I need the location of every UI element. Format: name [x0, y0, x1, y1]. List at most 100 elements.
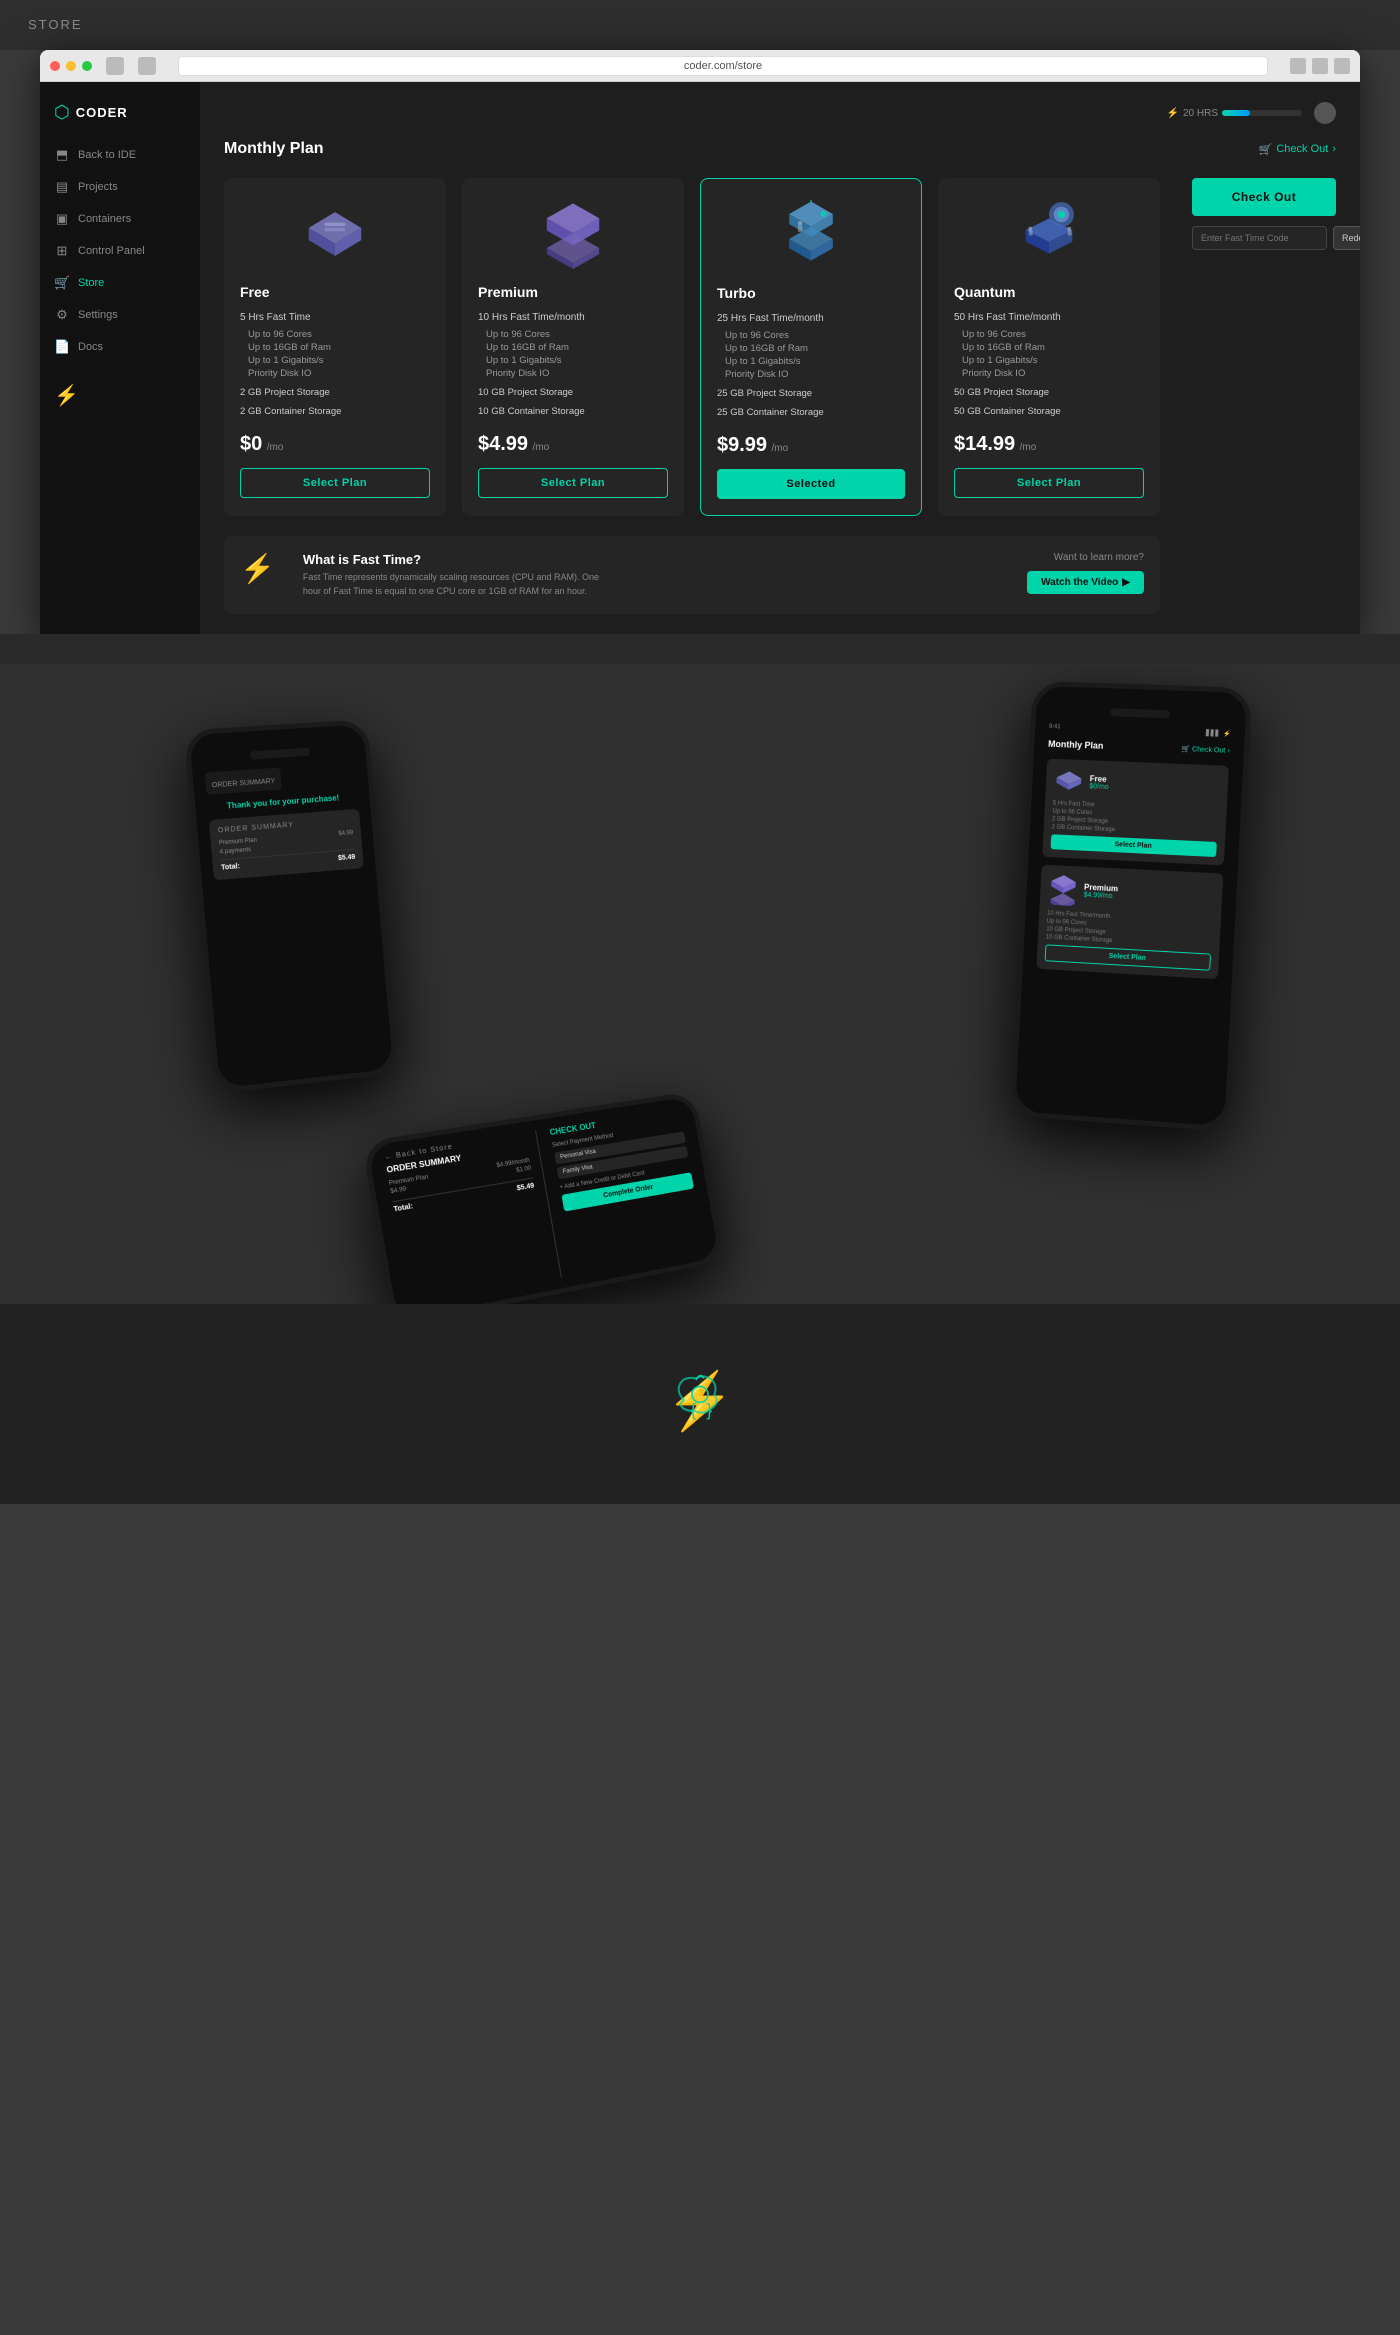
top-bar: ⚡ 20 HRS — [224, 102, 1336, 124]
coder-logo-icon: ⬡ — [54, 102, 70, 123]
plan-price-quantum: $14.99 /mo — [954, 433, 1144, 456]
plan-price-premium: $4.99 /mo — [478, 433, 668, 456]
select-plan-free-button[interactable]: Select Plan — [240, 468, 430, 498]
store-icon: 🛒 — [54, 275, 70, 291]
select-plan-premium-button[interactable]: Select Plan — [478, 468, 668, 498]
plan-feature-quantum-1: Up to 16GB of Ram — [954, 342, 1144, 353]
chevron-right-icon: › — [1332, 143, 1336, 155]
browser-close-dot[interactable] — [50, 61, 60, 71]
sidebar-item-store[interactable]: 🛒 Store — [40, 267, 200, 299]
fast-time-title: What is Fast Time? — [303, 552, 1011, 567]
phone2-free-icon — [1053, 767, 1084, 796]
browser-url-bar[interactable]: coder.com/store — [178, 56, 1268, 76]
phone1-thank-you: Thank you for your purchase! — [207, 792, 358, 812]
phone3-total-label: Total: — [393, 1203, 414, 1213]
plan-card-free: Free 5 Hrs Fast Time Up to 96 Cores Up t… — [224, 178, 446, 516]
watch-video-button[interactable]: Watch the Video ▶ — [1027, 571, 1144, 594]
select-plan-quantum-button[interactable]: Select Plan — [954, 468, 1144, 498]
store-header: STORE — [0, 0, 1400, 50]
docs-icon: 📄 — [54, 339, 70, 355]
plan-feature-free-1: Up to 16GB of Ram — [240, 342, 430, 353]
plan-feature-turbo-1: Up to 16GB of Ram — [717, 343, 905, 354]
plan-image-quantum — [954, 194, 1144, 274]
browser-maximize-dot[interactable] — [82, 61, 92, 71]
control-panel-icon: ⊞ — [54, 243, 70, 259]
right-panel: Check Out Redeem — [1176, 178, 1336, 614]
sidebar-item-label: Projects — [78, 181, 118, 193]
sidebar-item-label: Settings — [78, 309, 118, 321]
browser-share-btn[interactable] — [1290, 58, 1306, 74]
phone2-premium-icon — [1048, 873, 1079, 906]
sidebar-logo-text: CODER — [76, 105, 128, 120]
phone1-plan-amount: $4.99 — [338, 830, 353, 837]
sidebar: ⬡ CODER ⬒ Back to IDE ▤ Projects ▣ Conta… — [40, 82, 200, 634]
browser-back-btn[interactable] — [106, 57, 124, 75]
browser-chrome: coder.com/store ⬡ CODER ⬒ Back to IDE ▤ … — [40, 50, 1360, 634]
bottom-logo-section: ⚡ { } — [0, 1304, 1400, 1504]
phone1-total-amount: $5.49 — [338, 854, 356, 862]
back-to-ide-icon: ⬒ — [54, 147, 70, 163]
plan-price-free: $0 /mo — [240, 433, 430, 456]
sidebar-item-label: Control Panel — [78, 245, 145, 257]
checkout-button[interactable]: Check Out — [1192, 178, 1336, 216]
plan-feature-free-2: Up to 1 Gigabits/s — [240, 355, 430, 366]
sidebar-item-docs[interactable]: 📄 Docs — [40, 331, 200, 363]
sidebar-item-label: Docs — [78, 341, 103, 353]
phone2-premium-price: $4.99/mo — [1083, 892, 1117, 901]
main-content: ⚡ 20 HRS Monthly Plan 🛒 Check Out › — [200, 82, 1360, 634]
browser-bar: coder.com/store — [40, 50, 1360, 82]
phone2-free-btn[interactable]: Select Plan — [1050, 834, 1216, 857]
svg-text:⚡: ⚡ — [665, 1369, 735, 1434]
select-plan-turbo-button[interactable]: Selected — [717, 469, 905, 499]
phone2-title: Monthly Plan — [1048, 739, 1104, 751]
plan-feature-quantum-0: Up to 96 Cores — [954, 329, 1144, 340]
plan-image-turbo — [717, 195, 905, 275]
plan-project-storage-turbo: 25 GB Project Storage — [717, 388, 905, 399]
learn-more-text: Want to learn more? — [1054, 552, 1144, 563]
plan-container-storage-free: 2 GB Container Storage — [240, 406, 430, 417]
redeem-input[interactable] — [1192, 226, 1327, 250]
phone2-premium-btn[interactable]: Select Plan — [1045, 944, 1211, 970]
settings-icon: ⚙ — [54, 307, 70, 323]
projects-icon: ▤ — [54, 179, 70, 195]
sidebar-item-containers[interactable]: ▣ Containers — [40, 203, 200, 235]
redeem-button[interactable]: Redeem — [1333, 226, 1360, 250]
browser-more-btn[interactable] — [1334, 58, 1350, 74]
sidebar-item-label: Back to IDE — [78, 149, 136, 161]
sidebar-item-back-to-ide[interactable]: ⬒ Back to IDE — [40, 139, 200, 171]
cart-icon: 🛒 — [1259, 143, 1273, 156]
plan-feature-turbo-0: Up to 96 Cores — [717, 330, 905, 341]
sidebar-bottom-icon: ⚡ — [54, 385, 79, 407]
svg-text:}: } — [706, 1400, 712, 1420]
plan-card-quantum: Quantum 50 Hrs Fast Time/month Up to 96 … — [938, 178, 1160, 516]
user-avatar[interactable] — [1314, 102, 1336, 124]
svg-text:{: { — [690, 1400, 696, 1420]
plan-container-storage-quantum: 50 GB Container Storage — [954, 406, 1144, 417]
fast-time-info: What is Fast Time? Fast Time represents … — [303, 552, 1011, 598]
sidebar-item-projects[interactable]: ▤ Projects — [40, 171, 200, 203]
phone1-total-label: Total: — [221, 863, 240, 872]
phone3-total: $5.49 — [516, 1182, 535, 1192]
quantum-server-illustration — [1014, 199, 1084, 269]
plan-fasttime-premium: 10 Hrs Fast Time/month — [478, 312, 668, 323]
browser-forward-btn[interactable] — [138, 57, 156, 75]
browser-refresh-btn[interactable] — [1312, 58, 1328, 74]
plan-feature-premium-0: Up to 96 Cores — [478, 329, 668, 340]
phone2-free-price: $0/mo — [1089, 783, 1109, 791]
sidebar-item-control-panel[interactable]: ⊞ Control Panel — [40, 235, 200, 267]
sidebar-item-label: Containers — [78, 213, 131, 225]
fast-time-indicator: ⚡ 20 HRS — [1167, 108, 1302, 119]
browser-minimize-dot[interactable] — [66, 61, 76, 71]
top-checkout-link[interactable]: 🛒 Check Out › — [1259, 143, 1336, 156]
app-layout: ⬡ CODER ⬒ Back to IDE ▤ Projects ▣ Conta… — [40, 82, 1360, 634]
sidebar-item-settings[interactable]: ⚙ Settings — [40, 299, 200, 331]
plan-fasttime-quantum: 50 Hrs Fast Time/month — [954, 312, 1144, 323]
plan-project-storage-premium: 10 GB Project Storage — [478, 387, 668, 398]
plan-feature-premium-1: Up to 16GB of Ram — [478, 342, 668, 353]
bottom-coder-logo: ⚡ { } — [660, 1364, 740, 1444]
plan-image-premium — [478, 194, 668, 274]
browser-actions — [1290, 58, 1350, 74]
section-divider — [0, 634, 1400, 664]
plan-feature-premium-3: Priority Disk IO — [478, 368, 668, 379]
plan-feature-premium-2: Up to 1 Gigabits/s — [478, 355, 668, 366]
